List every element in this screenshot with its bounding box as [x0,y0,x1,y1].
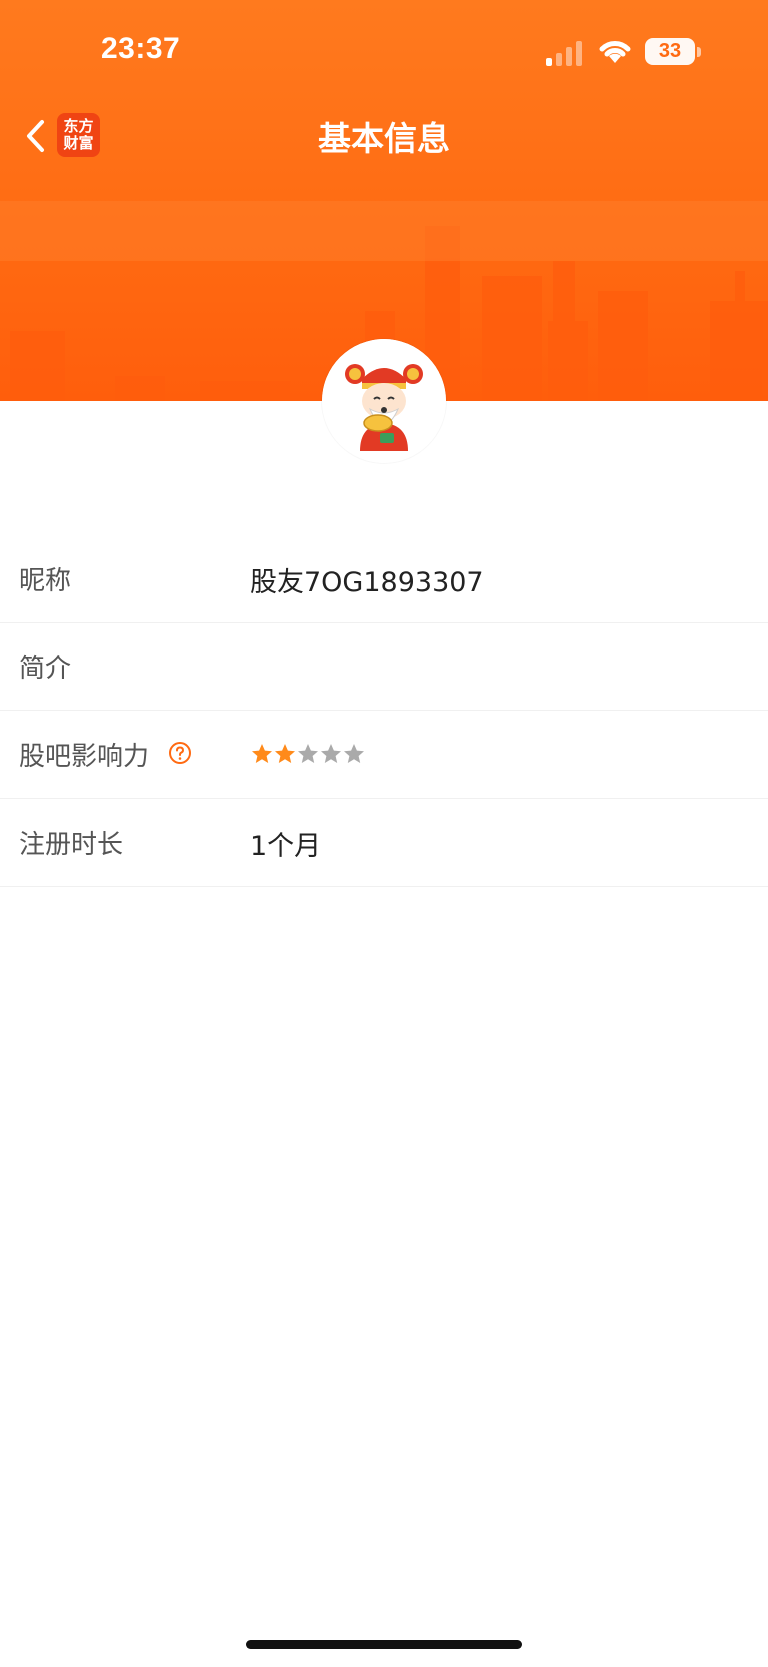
status-time: 23:37 [101,32,181,65]
help-circle-icon[interactable] [168,741,192,765]
influence-row: 股吧影响力 [0,711,768,799]
battery-indicator: 33 [645,38,695,65]
star-empty-icon [298,744,318,763]
status-bar: 23:37 33 [0,0,768,100]
star-filled-icon [275,744,295,763]
influence-stars [250,742,365,768]
registration-row: 注册时长 1个月 [0,799,768,887]
bio-label: 简介 [19,654,72,684]
wifi-icon [599,41,631,63]
bio-row[interactable]: 简介 [0,623,768,711]
signal-icon [546,41,582,66]
influence-label: 股吧影响力 [19,742,150,772]
star-empty-icon [321,744,341,763]
nickname-value: 股友7OG1893307 [250,567,484,598]
profile-info-list: 昵称 股友7OG1893307 简介 股吧影响力 注册时长 1个月 [0,535,768,887]
caishen-avatar[interactable] [322,339,446,463]
home-indicator[interactable] [246,1640,522,1649]
battery-cap [697,47,701,57]
page-title: 基本信息 [318,119,450,158]
registration-value: 1个月 [250,831,322,862]
nickname-row[interactable]: 昵称 股友7OG1893307 [0,535,768,623]
registration-label: 注册时长 [19,830,124,860]
star-empty-icon [344,744,364,763]
nickname-label: 昵称 [19,566,72,596]
star-filled-icon [252,744,272,763]
avatar-illustration [322,339,446,463]
